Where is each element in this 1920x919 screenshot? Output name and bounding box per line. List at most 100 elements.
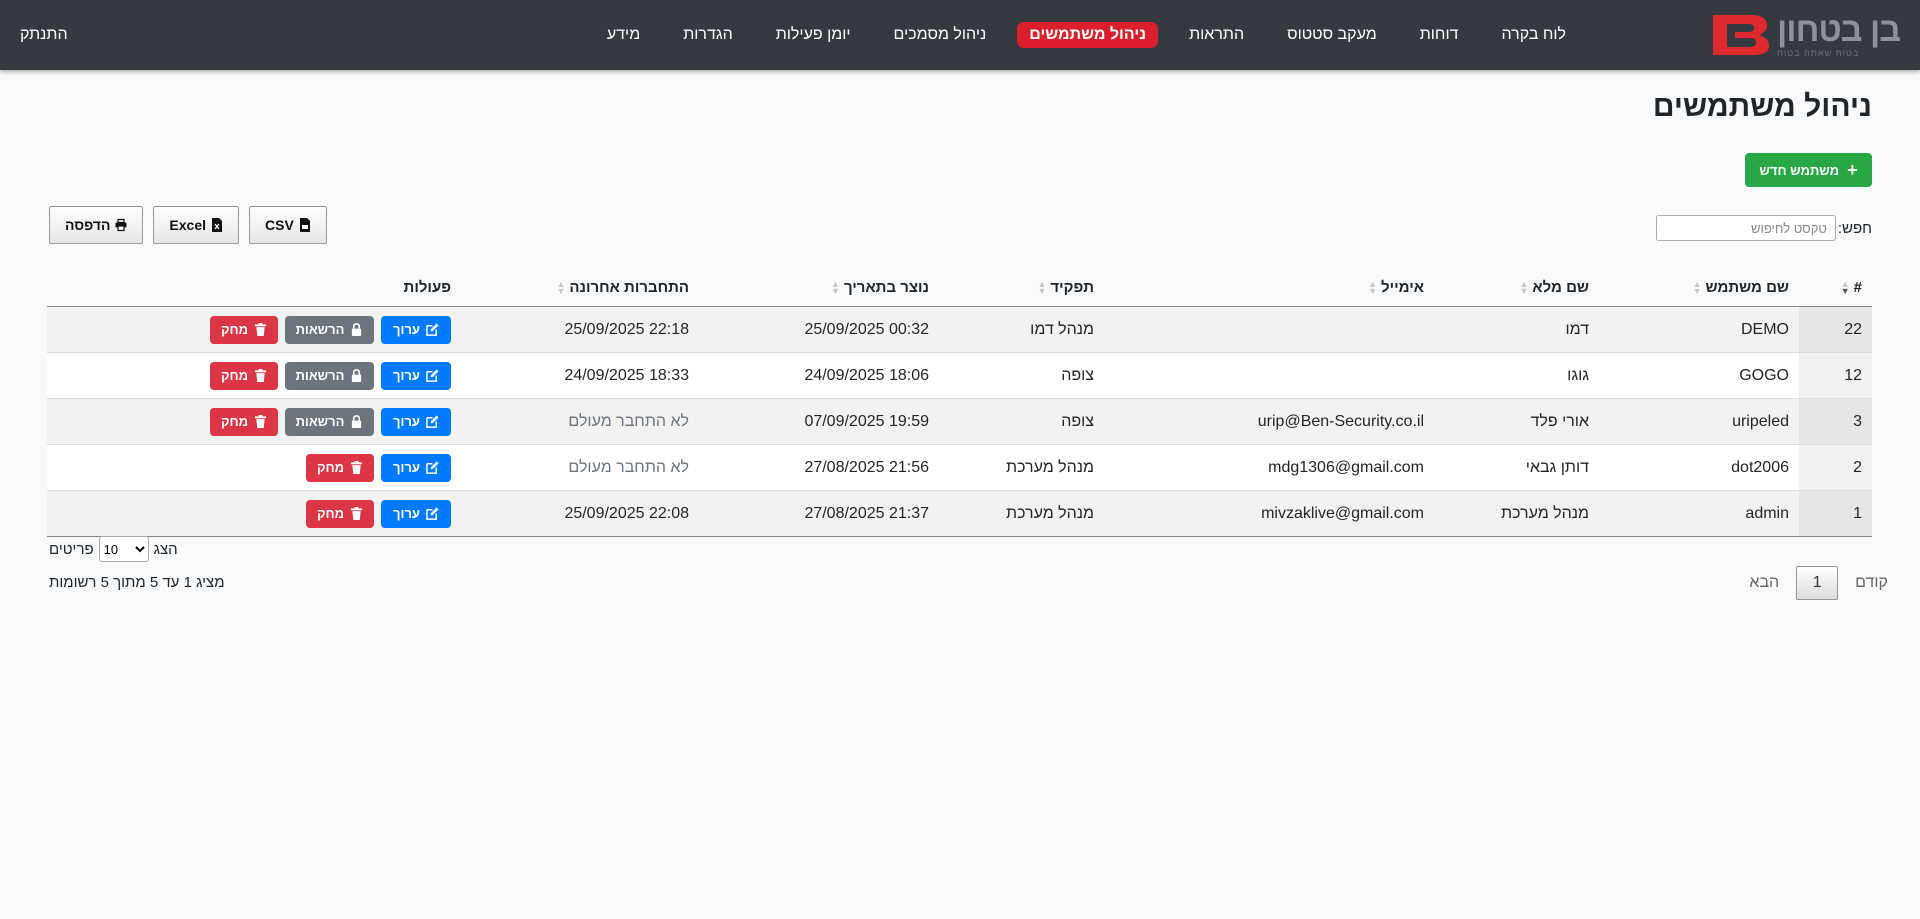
trash-icon	[254, 415, 267, 428]
lock-icon	[352, 323, 362, 336]
nav-link-info[interactable]: מידע	[595, 22, 652, 48]
new-user-button[interactable]: + משתמש חדש	[1745, 153, 1872, 187]
delete-button[interactable]: מחק	[306, 499, 374, 528]
nav-link-activity-log[interactable]: יומן פעילות	[764, 22, 863, 48]
delete-button[interactable]: מחק	[210, 407, 278, 436]
cell-last-login: 25/09/2025 22:08	[461, 490, 699, 537]
nav-link-alerts[interactable]: התראות	[1177, 22, 1256, 48]
cell-created-text: 07/09/2025 19:59	[804, 412, 929, 430]
permissions-button[interactable]: הרשאות	[285, 361, 374, 390]
cell-actions: ערוך מחק	[47, 444, 461, 491]
column-header-role[interactable]: תפקיד▲ ▼	[939, 268, 1104, 307]
edit-button-label: ערוך	[393, 460, 420, 475]
row-actions: ערוך מחק	[57, 453, 451, 482]
edit-button[interactable]: ערוך	[381, 453, 451, 482]
cell-created: 27/08/2025 21:56	[699, 444, 939, 491]
table-row: 12 GOGO גוגו צופה 24/09/2025 18:06 24/09/2025…	[47, 352, 1872, 399]
cell-role: מנהל מערכת	[939, 490, 1104, 537]
edit-button[interactable]: ערוך	[381, 361, 451, 390]
pagination: קודם 1 הבא	[1732, 566, 1905, 600]
permissions-button[interactable]: הרשאות	[285, 315, 374, 344]
cell-id-text: 1	[1853, 504, 1862, 522]
page-length-control: פריטים 10 הצג	[49, 536, 178, 562]
export-buttons: הדפסה Excel CSV	[49, 206, 327, 244]
cell-last-login-text: 25/09/2025 22:18	[564, 320, 689, 338]
cell-email: mdg1306@gmail.com	[1104, 444, 1434, 491]
cell-actions: ערוך הרשאות מחק	[47, 306, 461, 353]
table-row: 3 uripeled אורי פלד urip@Ben-Security.co.il…	[47, 398, 1872, 445]
edit-button-label: ערוך	[393, 414, 420, 429]
edit-button-label: ערוך	[393, 368, 420, 383]
delete-button[interactable]: מחק	[210, 361, 278, 390]
cell-created: 25/09/2025 00:32	[699, 306, 939, 353]
logout-link[interactable]: התנתק	[20, 0, 68, 70]
column-header-created[interactable]: נוצר בתאריך▲ ▼	[699, 268, 939, 307]
cell-full-name-text: גוגו	[1567, 366, 1589, 384]
permissions-button-label: הרשאות	[295, 322, 345, 337]
search-label: חפש:	[1837, 219, 1872, 237]
sort-icon: ▲ ▼	[1037, 278, 1047, 296]
edit-icon	[426, 323, 439, 336]
table-header-row: #▲ ▼ שם משתמש▲ ▼ שם מלא▲ ▼ אימייל▲ ▼ תפקיד▲ ▼ נוצר…	[47, 268, 1872, 307]
nav-link-status-tracking[interactable]: מעקב סטטוס	[1275, 22, 1389, 48]
excel-button[interactable]: Excel	[153, 206, 240, 244]
cell-role-text: צופה	[1061, 366, 1094, 384]
cell-id: 22	[1799, 306, 1872, 353]
pagination-page-1[interactable]: 1	[1796, 566, 1839, 600]
column-header-username[interactable]: שם משתמש▲ ▼	[1599, 268, 1799, 307]
cell-id-text: 2	[1853, 458, 1862, 476]
cell-created-text: 24/09/2025 18:06	[804, 366, 929, 384]
nav-link-document-management[interactable]: ניהול מסמכים	[882, 22, 999, 48]
delete-button-label: מחק	[220, 368, 249, 383]
cell-role-text: מנהל דמו	[1030, 320, 1094, 338]
page-length-select[interactable]: 10	[98, 536, 149, 562]
nav-link-reports[interactable]: דוחות	[1408, 22, 1471, 48]
nav-link-settings[interactable]: הגדרות	[671, 22, 745, 48]
table-row: 1 admin מנהל מערכת mivzaklive@gmail.com מנהל…	[47, 490, 1872, 537]
column-header-last-login[interactable]: התחברות אחרונה▲ ▼	[461, 268, 699, 307]
cell-id-text: 3	[1853, 412, 1862, 430]
search-input[interactable]	[1655, 215, 1836, 241]
cell-actions: ערוך מחק	[47, 490, 461, 537]
cell-email	[1104, 306, 1434, 353]
cell-full-name: מנהל מערכת	[1434, 490, 1599, 537]
delete-button[interactable]: מחק	[210, 315, 278, 344]
pagination-next[interactable]: הבא	[1732, 574, 1796, 592]
trash-icon	[350, 461, 363, 474]
pagination-previous[interactable]: קודם	[1838, 574, 1905, 592]
cell-role-text: צופה	[1061, 412, 1094, 430]
cell-created-text: 27/08/2025 21:37	[804, 504, 929, 522]
brand-logo[interactable]: בן בטחון בטוח שאתה בטוח	[1709, 12, 1901, 58]
cell-id: 3	[1799, 398, 1872, 445]
cell-full-name: גוגו	[1434, 352, 1599, 399]
lock-icon	[352, 369, 362, 382]
trash-icon	[254, 323, 267, 336]
cell-last-login-text: 24/09/2025 18:33	[564, 366, 689, 384]
sort-icon: ▲ ▼	[556, 278, 566, 296]
permissions-button-label: הרשאות	[295, 414, 345, 429]
edit-button[interactable]: ערוך	[381, 315, 451, 344]
column-header-id[interactable]: #▲ ▼	[1799, 268, 1872, 307]
cell-role: צופה	[939, 398, 1104, 445]
edit-button[interactable]: ערוך	[381, 499, 451, 528]
nav-link-user-management[interactable]: ניהול משתמשים	[1017, 22, 1159, 48]
file-csv-icon	[299, 218, 310, 232]
cell-email: mivzaklive@gmail.com	[1104, 490, 1434, 537]
cell-last-login: 25/09/2025 22:18	[461, 306, 699, 353]
row-actions: ערוך מחק	[57, 499, 451, 528]
cell-full-name-text: מנהל מערכת	[1501, 504, 1589, 522]
nav-link-dashboard[interactable]: לוח בקרה	[1489, 22, 1578, 48]
nav-menu: לוח בקרה דוחות מעקב סטטוס התראות ניהול משתמש…	[576, 0, 1578, 70]
edit-button[interactable]: ערוך	[381, 407, 451, 436]
print-button[interactable]: הדפסה	[49, 206, 144, 244]
cell-actions: ערוך הרשאות מחק	[47, 398, 461, 445]
trash-icon	[254, 369, 267, 382]
new-user-label: משתמש חדש	[1759, 162, 1840, 178]
column-header-full-name[interactable]: שם מלא▲ ▼	[1434, 268, 1599, 307]
cell-full-name-text: אורי פלד	[1530, 412, 1589, 430]
permissions-button[interactable]: הרשאות	[285, 407, 374, 436]
cell-id: 2	[1799, 444, 1872, 491]
csv-button[interactable]: CSV	[249, 206, 327, 244]
delete-button[interactable]: מחק	[306, 453, 374, 482]
column-header-email[interactable]: אימייל▲ ▼	[1104, 268, 1434, 307]
